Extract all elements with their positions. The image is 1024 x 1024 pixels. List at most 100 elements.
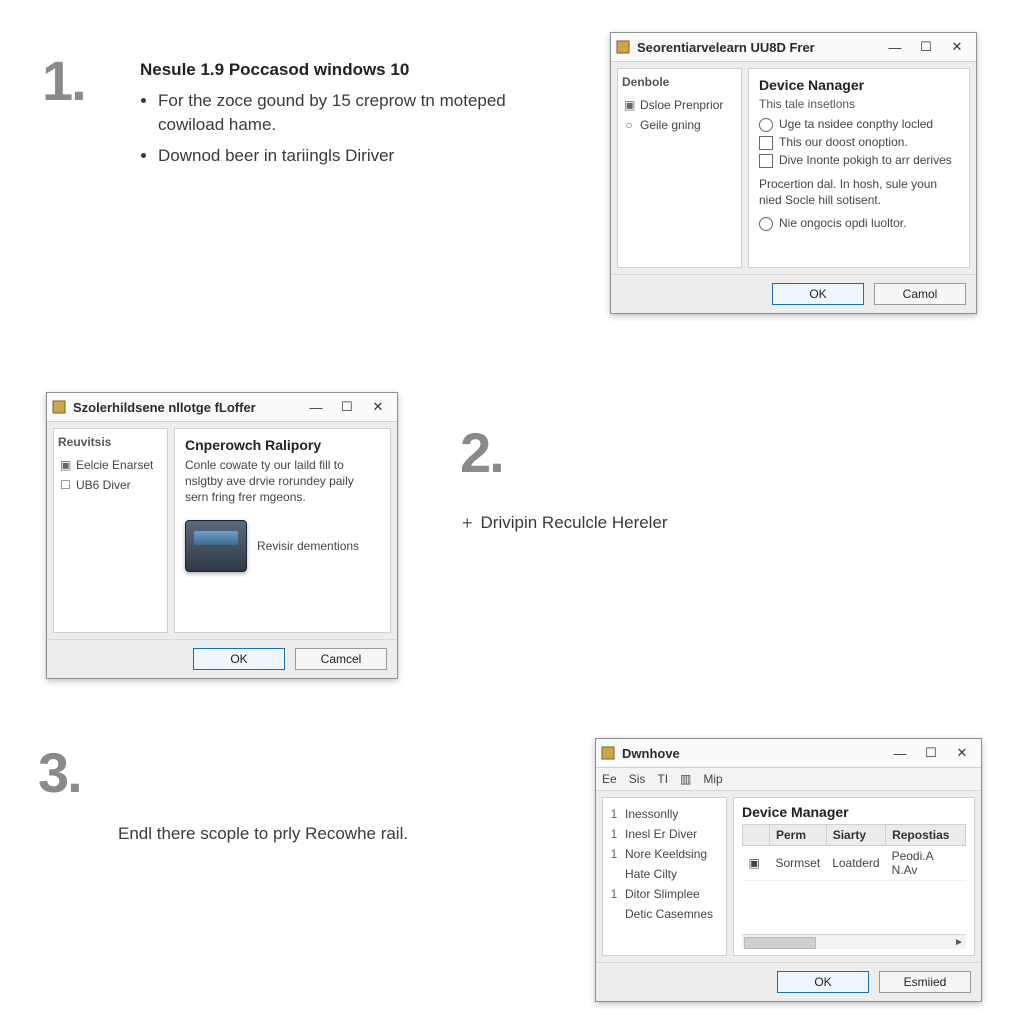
dialog-1-titlebar[interactable]: Seorentiarvelearn UU8D Frer — ☐ ✕ bbox=[611, 33, 976, 62]
app-icon bbox=[615, 39, 631, 55]
app-icon bbox=[600, 745, 616, 761]
dialog-2-titlebar[interactable]: Szolerhildsene nllotge fLoffer — ☐ ✕ bbox=[47, 393, 397, 422]
option-row[interactable]: Dive Inonte pokigh to arr derives bbox=[759, 153, 959, 168]
ok-button[interactable]: OK bbox=[772, 283, 864, 305]
sidebar-item[interactable]: ☐ UB6 Diver bbox=[58, 475, 163, 495]
sidebar-item[interactable]: 1Ditor Slimplee bbox=[607, 884, 722, 904]
menu-item[interactable]: Sis bbox=[629, 772, 646, 786]
maximize-button[interactable]: ☐ bbox=[915, 742, 946, 764]
cell: Loatderd bbox=[826, 846, 885, 881]
close-button[interactable]: ✕ bbox=[362, 396, 393, 418]
sidebar-header: Denbole bbox=[622, 75, 737, 89]
sidebar-item-label: Detic Casemnes bbox=[625, 907, 713, 921]
horizontal-scrollbar[interactable]: ◄ ► bbox=[742, 934, 966, 949]
menu-item[interactable]: ▥ bbox=[680, 772, 691, 786]
sidebar-item-label: Hate Cilty bbox=[625, 867, 677, 881]
minimize-button[interactable]: — bbox=[884, 742, 915, 764]
step-3-line: Endl there scople to prly Recowhe rail. bbox=[118, 824, 408, 843]
sidebar-item[interactable]: 1Inessonlly bbox=[607, 804, 722, 824]
dialog-3-content: Device Manager Perm Siarty Repostias ▣ S… bbox=[733, 797, 975, 956]
checkbox-icon: ☐ bbox=[60, 478, 70, 492]
num-icon: 1 bbox=[609, 807, 619, 821]
col-header[interactable]: Repostias bbox=[886, 825, 966, 846]
num-icon: 1 bbox=[609, 827, 619, 841]
dialog-3-menubar: Ее Sis TI ▥ Mip bbox=[596, 768, 981, 791]
sidebar-item[interactable]: ○ Geile gning bbox=[622, 115, 737, 135]
option-row[interactable]: Uge ta nsidee conpthy locled bbox=[759, 117, 959, 132]
close-button[interactable]: ✕ bbox=[946, 742, 977, 764]
col-header[interactable]: Perm bbox=[770, 825, 827, 846]
content-paragraph: Conle cowate ty our laild fill to nslgtb… bbox=[185, 457, 380, 506]
device-icon: ▣ bbox=[624, 98, 634, 112]
radio-icon[interactable] bbox=[759, 118, 773, 132]
radio-icon: ○ bbox=[624, 118, 634, 132]
dialog-3-titlebar[interactable]: Dwnhove — ☐ ✕ bbox=[596, 739, 981, 768]
option-row[interactable]: This our doost onoption. bbox=[759, 135, 959, 150]
ok-button[interactable]: OK bbox=[777, 971, 869, 993]
ok-button[interactable]: OK bbox=[193, 648, 285, 670]
dialog-1-sidebar: Denbole ▣ Dsloe Prenprior ○ Geile gning bbox=[617, 68, 742, 268]
content-subheading: This tale insetlons bbox=[759, 97, 959, 111]
step-2-number: 2. bbox=[460, 420, 503, 485]
step-2-line: Drivipin Reculcle Hereler bbox=[481, 511, 668, 536]
sidebar-item[interactable]: ▣ Dsloe Prenprior bbox=[622, 95, 737, 115]
dialog-1-title: Seorentiarvelearn UU8D Frer bbox=[637, 40, 879, 55]
sidebar-item-label: Eelcie Enarset bbox=[76, 458, 153, 472]
option-label: This our doost onoption. bbox=[779, 135, 908, 149]
sidebar-item[interactable]: ▣ Eelcie Enarset bbox=[58, 455, 163, 475]
dialog-2-sidebar: Reuvitsis ▣ Eelcie Enarset ☐ UB6 Diver bbox=[53, 428, 168, 633]
sidebar-item[interactable]: Hate Cilty bbox=[607, 864, 722, 884]
minimize-button[interactable]: — bbox=[879, 36, 910, 58]
dialog-1-content: Device Nanager This tale insetlons Uge t… bbox=[748, 68, 970, 268]
dialog-2-title: Szolerhildsene nllotge fLoffer bbox=[73, 400, 300, 415]
device-label: Revisir dementions bbox=[257, 539, 359, 553]
dialog-1: Seorentiarvelearn UU8D Frer — ☐ ✕ Denbol… bbox=[610, 32, 977, 314]
scroll-thumb[interactable] bbox=[744, 937, 816, 949]
close-button[interactable]: ✕ bbox=[941, 36, 972, 58]
cancel-button[interactable]: Camcel bbox=[295, 648, 387, 670]
minimize-button[interactable]: — bbox=[300, 396, 331, 418]
step-1-bullet-1: Downod beer in tariingls Diriver bbox=[158, 144, 520, 169]
dialog-3-sidebar: 1Inessonlly 1 Inesl Er Diver 1 Nore Keelds… bbox=[602, 797, 727, 956]
sidebar-item[interactable]: 1 Nore Keeldsing bbox=[607, 844, 722, 864]
checkbox-icon[interactable] bbox=[759, 136, 773, 150]
menu-item[interactable]: Mip bbox=[703, 772, 722, 786]
menu-item[interactable]: TI bbox=[657, 772, 668, 786]
option-label: Dive Inonte pokigh to arr derives bbox=[779, 153, 952, 167]
sidebar-header: Reuvitsis bbox=[58, 435, 163, 449]
sidebar-item-label: Nore Keeldsing bbox=[625, 847, 707, 861]
step-1-title: Nesule 1.9 Poccasod windows 10 bbox=[140, 60, 409, 79]
row-icon: ▣ bbox=[743, 846, 770, 881]
step-3-text: Endl there scople to prly Recowhe rail. bbox=[118, 822, 498, 847]
dialog-3-title: Dwnhove bbox=[622, 746, 884, 761]
option-label: Nie ongocis opdi luoltor. bbox=[779, 216, 906, 230]
sidebar-item-label: Dsloe Prenprior bbox=[640, 98, 723, 112]
sidebar-item[interactable]: Detic Casemnes bbox=[607, 904, 722, 924]
maximize-button[interactable]: ☐ bbox=[910, 36, 941, 58]
content-heading: Cnperowch Ralipory bbox=[185, 437, 380, 453]
dialog-2: Szolerhildsene nllotge fLoffer — ☐ ✕ Reu… bbox=[46, 392, 398, 679]
device-icon: ▣ bbox=[60, 458, 70, 472]
step-1-number: 1. bbox=[42, 48, 85, 113]
content-heading: Device Manager bbox=[742, 804, 966, 820]
radio-icon[interactable] bbox=[759, 217, 773, 231]
cancel-button[interactable]: Camol bbox=[874, 283, 966, 305]
checkbox-icon[interactable] bbox=[759, 154, 773, 168]
device-table: Perm Siarty Repostias ▣ Sormset Loatderd… bbox=[742, 824, 966, 881]
option-row[interactable]: Nie ongocis opdi luoltor. bbox=[759, 216, 959, 231]
cancel-button[interactable]: Esmiied bbox=[879, 971, 971, 993]
table-row[interactable]: ▣ Sormset Loatderd Peodi.A N.Av bbox=[743, 846, 966, 881]
menu-item[interactable]: Ее bbox=[602, 772, 617, 786]
step-1-text: Nesule 1.9 Poccasod windows 10 For the z… bbox=[140, 58, 520, 175]
step-2-text: + Drivipin Reculcle Hereler bbox=[462, 510, 668, 536]
sidebar-item-label: Inesl Er Diver bbox=[625, 827, 697, 841]
maximize-button[interactable]: ☐ bbox=[331, 396, 362, 418]
option-label: Uge ta nsidee conpthy locled bbox=[779, 117, 933, 131]
cell: Peodi.A N.Av bbox=[886, 846, 966, 881]
scroll-right-icon[interactable]: ► bbox=[952, 935, 966, 949]
sidebar-item[interactable]: 1 Inesl Er Diver bbox=[607, 824, 722, 844]
num-icon: 1 bbox=[609, 847, 619, 861]
step-3-number: 3. bbox=[38, 740, 81, 805]
dialog-2-content: Cnperowch Ralipory Conle cowate ty our l… bbox=[174, 428, 391, 633]
col-header[interactable]: Siarty bbox=[826, 825, 885, 846]
